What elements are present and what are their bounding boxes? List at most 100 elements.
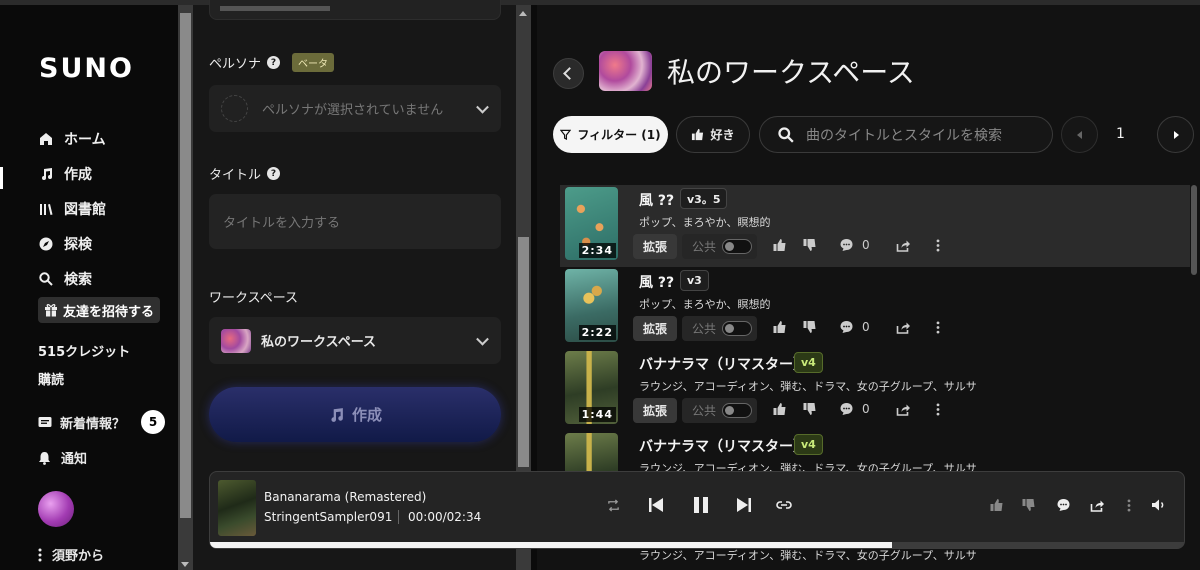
link-icon[interactable] xyxy=(776,500,792,510)
workspace-label: ワークスペース xyxy=(209,291,299,306)
song-row[interactable]: 1:44 バナナラマ（リマスター） v4 ラウンジ、アコーディオン、弾む、ドラマ… xyxy=(560,349,1190,431)
pause-icon[interactable] xyxy=(693,496,709,514)
nav-explore[interactable]: 探検 xyxy=(38,233,92,255)
persona-placeholder-icon xyxy=(221,95,248,122)
thumbs-up-icon[interactable] xyxy=(772,402,787,416)
gift-icon xyxy=(44,303,58,317)
previous-page-button[interactable] xyxy=(1061,116,1098,153)
scroll-down-arrow[interactable] xyxy=(181,562,189,567)
thumbs-down-icon[interactable] xyxy=(802,238,817,252)
nav-library[interactable]: 図書館 xyxy=(38,198,106,220)
comment-count: 0 xyxy=(862,402,870,416)
next-page-button[interactable] xyxy=(1157,116,1194,153)
thumbs-up-icon[interactable] xyxy=(989,498,1004,512)
from-suno-menu[interactable]: 須野から xyxy=(38,545,104,564)
public-toggle[interactable]: 公共 xyxy=(682,398,757,423)
thumbs-down-icon[interactable] xyxy=(802,320,817,334)
comment-count: 0 xyxy=(862,238,870,252)
previous-track-icon[interactable] xyxy=(648,497,664,513)
create-button[interactable]: 作成 xyxy=(209,387,501,442)
nav-search[interactable]: 検索 xyxy=(38,268,92,290)
music-note-icon xyxy=(38,166,54,182)
more-vertical-icon[interactable] xyxy=(936,402,940,416)
page-number: 1 xyxy=(1116,126,1125,142)
song-row[interactable]: バナナラマ（リマスター） v4 ラウンジ、アコーディオン、弾む、ドラマ、女の子グ… xyxy=(560,431,1190,471)
extend-button[interactable]: 拡張 xyxy=(633,398,677,423)
song-list-scrollbar[interactable] xyxy=(1191,185,1197,275)
share-icon[interactable] xyxy=(896,239,911,252)
filter-button[interactable]: フィルター (1) xyxy=(553,116,668,153)
song-tags: ポップ、まろやか、瞑想的 xyxy=(639,298,771,311)
song-duration: 2:22 xyxy=(578,325,616,340)
invite-friends-button[interactable]: 友達を招待する xyxy=(38,297,161,323)
user-avatar[interactable] xyxy=(38,491,74,527)
song-title[interactable]: 風 ?? xyxy=(639,272,674,292)
more-vertical-icon[interactable] xyxy=(936,320,940,334)
whats-new-button[interactable]: 新着情報？ 5 xyxy=(38,410,166,434)
song-row[interactable]: 2:22 風 ?? v3 ポップ、まろやか、瞑想的 拡張 公共 0 xyxy=(560,267,1190,349)
thumbs-up-icon[interactable] xyxy=(772,238,787,252)
title-label-row: タイトル ? xyxy=(209,164,281,183)
extend-button[interactable]: 拡張 xyxy=(633,234,677,259)
song-search-input[interactable]: 曲のタイトルとスタイルを検索 xyxy=(759,116,1053,153)
scroll-up-arrow[interactable] xyxy=(519,11,527,16)
song-cover[interactable]: 2:22 xyxy=(565,269,618,342)
public-toggle[interactable]: 公共 xyxy=(682,316,757,341)
thumbs-down-icon[interactable] xyxy=(1021,498,1036,512)
search-icon xyxy=(778,126,794,143)
help-icon[interactable]: ? xyxy=(267,167,281,180)
title-input[interactable]: タイトルを入力する xyxy=(209,194,501,249)
help-icon[interactable]: ? xyxy=(267,56,281,69)
comment-icon[interactable] xyxy=(1056,498,1071,512)
nav-create[interactable]: 作成 xyxy=(38,163,92,185)
subscribe-link[interactable]: 購読 xyxy=(38,369,64,388)
compass-icon xyxy=(38,236,54,252)
player-song-title[interactable]: Bananarama (Remastered) xyxy=(264,490,426,504)
thumbs-up-icon[interactable] xyxy=(772,320,787,334)
suno-logo[interactable]: SUNO xyxy=(39,53,134,84)
nav-home[interactable]: ホーム xyxy=(38,128,106,150)
comment-icon[interactable] xyxy=(839,402,854,416)
form-scroll-thumb[interactable] xyxy=(518,237,529,467)
share-icon[interactable] xyxy=(896,403,911,416)
notifications-button[interactable]: 通知 xyxy=(38,448,87,467)
workspace-select[interactable]: 私のワークスペース xyxy=(209,317,501,364)
workspace-title: 私のワークスペース xyxy=(667,56,915,89)
active-indicator xyxy=(0,167,3,189)
workspace-thumbnail xyxy=(221,328,251,353)
sidebar-scroll-thumb[interactable] xyxy=(180,13,191,518)
public-toggle[interactable]: 公共 xyxy=(682,234,757,259)
thumbs-down-icon[interactable] xyxy=(802,402,817,416)
toggle-switch[interactable] xyxy=(722,321,753,336)
back-button[interactable] xyxy=(553,58,584,89)
song-title[interactable]: バナナラマ（リマスター） xyxy=(639,354,807,374)
persona-select[interactable]: ペルソナが選択されていません xyxy=(209,85,501,132)
liked-filter-button[interactable]: 好き xyxy=(676,116,750,153)
toggle-switch[interactable] xyxy=(722,239,753,254)
more-vertical-icon[interactable] xyxy=(1127,498,1131,512)
lyrics-field-edge[interactable] xyxy=(209,0,501,20)
player-cover[interactable] xyxy=(218,480,256,536)
playback-progress-bar[interactable] xyxy=(210,542,1184,548)
song-cover[interactable]: 1:44 xyxy=(565,351,618,424)
song-title[interactable]: バナナラマ（リマスター） xyxy=(639,436,807,456)
player-artist[interactable]: StringentSampler091 xyxy=(264,510,392,524)
next-track-icon[interactable] xyxy=(736,497,752,513)
song-tags: ポップ、まろやか、瞑想的 xyxy=(639,216,771,229)
song-cover[interactable]: 2:34 xyxy=(565,187,618,260)
comment-icon[interactable] xyxy=(839,238,854,252)
repeat-icon[interactable] xyxy=(607,498,620,512)
song-title[interactable]: 風 ?? xyxy=(639,190,674,210)
more-vertical-icon[interactable] xyxy=(936,238,940,252)
extend-button[interactable]: 拡張 xyxy=(633,316,677,341)
song-row[interactable]: 2:34 風 ?? v3。5 ポップ、まろやか、瞑想的 拡張 公共 0 xyxy=(560,185,1190,267)
share-icon[interactable] xyxy=(1090,499,1105,512)
version-badge: v4 xyxy=(794,352,823,373)
toggle-switch[interactable] xyxy=(722,403,753,418)
share-icon[interactable] xyxy=(896,321,911,334)
volume-icon[interactable] xyxy=(1151,498,1167,512)
comment-icon[interactable] xyxy=(839,320,854,334)
song-duration: 2:34 xyxy=(578,243,616,258)
song-cover[interactable] xyxy=(565,433,618,471)
sidebar-scrollbar[interactable] xyxy=(178,5,193,570)
